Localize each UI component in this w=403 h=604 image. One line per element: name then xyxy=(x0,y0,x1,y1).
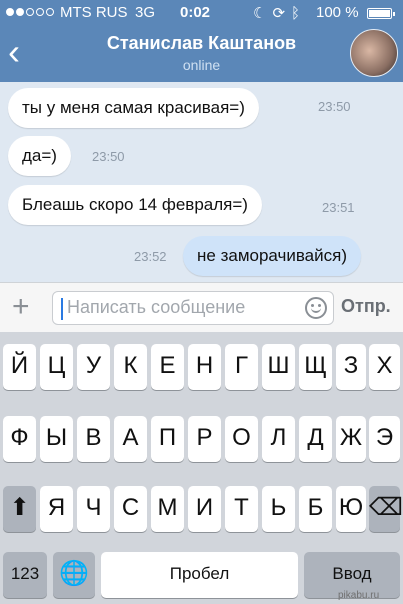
key[interactable]: Ц xyxy=(40,344,73,390)
key[interactable]: З xyxy=(336,344,366,390)
key[interactable]: Ш xyxy=(262,344,295,390)
carrier-name: MTS RUS xyxy=(60,4,128,21)
message-time: 23:50 xyxy=(92,149,125,164)
key[interactable]: С xyxy=(114,486,147,532)
key[interactable]: П xyxy=(151,416,184,462)
message-placeholder: Написать сообщение xyxy=(67,297,246,317)
shift-key[interactable]: ⬆ xyxy=(3,486,36,532)
key[interactable]: Ю xyxy=(336,486,366,532)
key[interactable]: Я xyxy=(40,486,73,532)
status-bar: MTS RUS 3G 0:02 ☾ ⟳ ᛒ 100 % xyxy=(0,0,403,26)
message-composer: + Написать сообщение Отпр. xyxy=(0,282,403,332)
message-bubble-outgoing[interactable]: не заморачивайся) xyxy=(183,236,362,276)
smiley-icon[interactable] xyxy=(305,297,327,319)
shift-arrow-icon: ⬆ xyxy=(9,494,30,521)
key[interactable]: Ы xyxy=(40,416,73,462)
avatar[interactable] xyxy=(350,29,398,77)
message-list[interactable]: ты у меня самая красивая=) 23:50 да=) 23… xyxy=(0,82,403,282)
key[interactable]: Ф xyxy=(3,416,36,462)
message-time: 23:50 xyxy=(318,99,351,114)
key[interactable]: Щ xyxy=(299,344,332,390)
key[interactable]: К xyxy=(114,344,147,390)
keyboard: Й Ц У К Е Н Г Ш Щ З Х Ф Ы В А П Р О Л Д … xyxy=(0,332,403,604)
message-text: Блеашь скоро 14 февраля=) xyxy=(22,195,248,214)
key[interactable]: М xyxy=(151,486,184,532)
message-bubble[interactable]: да=) xyxy=(8,136,71,176)
message-time: 23:51 xyxy=(322,200,355,215)
key[interactable]: Т xyxy=(225,486,258,532)
bluetooth-icon: ᛒ xyxy=(291,4,301,22)
key[interactable]: Ь xyxy=(262,486,295,532)
chat-header: MTS RUS 3G 0:02 ☾ ⟳ ᛒ 100 % ‹ Станислав … xyxy=(0,0,403,82)
message-text: да=) xyxy=(22,146,57,165)
battery-icon xyxy=(367,8,395,19)
globe-key[interactable]: 🌐 xyxy=(53,552,95,598)
text-caret xyxy=(61,298,63,320)
key[interactable]: И xyxy=(188,486,221,532)
space-key[interactable]: Пробел xyxy=(101,552,298,598)
numbers-key[interactable]: 123 xyxy=(3,552,47,598)
key[interactable]: Е xyxy=(151,344,184,390)
message-bubble[interactable]: Блеашь скоро 14 февраля=) xyxy=(8,185,262,225)
key[interactable]: А xyxy=(114,416,147,462)
key[interactable]: Й xyxy=(3,344,36,390)
rotation-lock-icon: ⟳ xyxy=(272,5,286,22)
backspace-icon: ⌫ xyxy=(369,494,403,521)
key[interactable]: В xyxy=(77,416,110,462)
status-time: 0:02 xyxy=(180,4,211,21)
plus-icon[interactable]: + xyxy=(12,292,30,322)
key[interactable]: Ж xyxy=(336,416,366,462)
message-text: ты у меня самая красивая=) xyxy=(22,98,245,117)
message-input[interactable]: Написать сообщение xyxy=(52,291,334,325)
key[interactable]: Б xyxy=(299,486,332,532)
key[interactable]: Ч xyxy=(77,486,110,532)
contact-name: Станислав Каштанов xyxy=(106,33,297,53)
contact-status: online xyxy=(182,57,221,73)
send-button[interactable]: Отпр. xyxy=(341,296,391,317)
moon-icon: ☾ xyxy=(253,5,267,22)
watermark: pikabu.ru xyxy=(338,590,380,601)
key[interactable]: Э xyxy=(369,416,400,462)
key[interactable]: Г xyxy=(225,344,258,390)
message-text: не заморачивайся) xyxy=(197,246,348,265)
key[interactable]: Х xyxy=(369,344,400,390)
battery-percent: 100 % xyxy=(316,4,359,21)
message-bubble[interactable]: ты у меня самая красивая=) xyxy=(8,88,259,128)
key[interactable]: У xyxy=(77,344,110,390)
key[interactable]: Н xyxy=(188,344,221,390)
key[interactable]: Л xyxy=(262,416,295,462)
key[interactable]: Р xyxy=(188,416,221,462)
signal-strength-icon xyxy=(6,8,54,16)
network-type: 3G xyxy=(135,4,156,21)
key[interactable]: Д xyxy=(299,416,332,462)
globe-icon: 🌐 xyxy=(59,560,89,587)
message-time: 23:52 xyxy=(134,249,167,264)
backspace-key[interactable]: ⌫ xyxy=(369,486,403,532)
key[interactable]: О xyxy=(225,416,258,462)
